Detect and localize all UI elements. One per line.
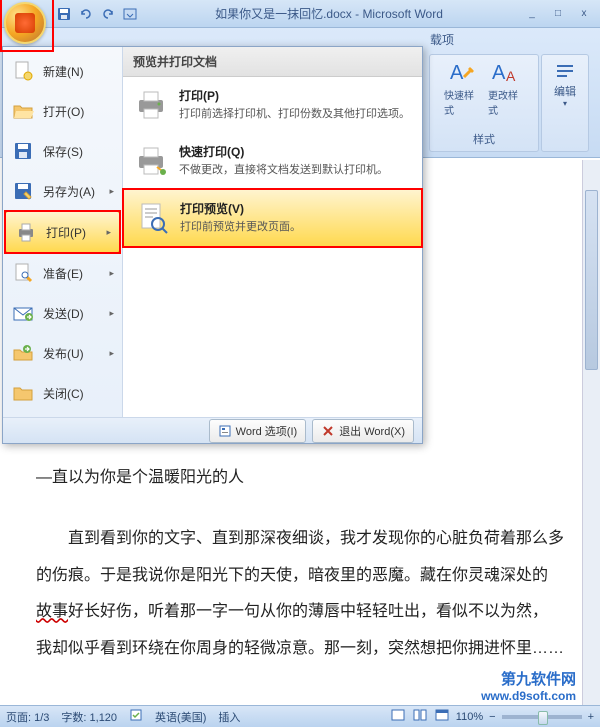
chevron-right-icon: ▸ [109,348,114,359]
proof-icon[interactable] [129,708,143,725]
zoom-slider[interactable] [502,715,582,719]
publish-icon [11,341,35,365]
redo-icon[interactable] [100,6,116,22]
menu-item-open[interactable]: 打开(O) [3,91,122,131]
window-controls: _ □ x [520,6,596,22]
titlebar: 如果你又是一抹回忆.docx - Microsoft Word _ □ x [0,0,600,28]
quickprint-icon [133,143,169,179]
close-folder-icon [11,381,35,405]
send-icon [11,301,35,325]
printer-icon [133,87,169,123]
saveas-icon [11,179,35,203]
view-web-icon[interactable] [434,708,450,725]
menu-item-saveas[interactable]: 另存为(A) ▸ [3,171,122,211]
menu-item-prepare[interactable]: 准备(E) ▸ [3,253,122,293]
new-icon [11,59,35,83]
save-icon[interactable] [56,6,72,22]
chevron-right-icon: ▸ [109,268,114,279]
statusbar: 页面: 1/3 字数: 1,120 英语(美国) 插入 110% − + [0,705,600,727]
doc-paragraph: 直到看到你的文字、直到那深夜细谈，我才发现你的心脏负荷着那么多的伤痕。于是我说你… [36,521,564,668]
zoom-out-button[interactable]: − [489,711,495,723]
status-insert[interactable]: 插入 [218,709,240,725]
office-logo-icon [15,13,35,33]
menu-item-close[interactable]: 关闭(C) [3,373,122,413]
chevron-right-icon: ▸ [109,308,114,319]
maximize-button[interactable]: □ [546,6,570,22]
print-icon [14,220,38,244]
menu-item-save[interactable]: 保存(S) [3,131,122,171]
zoom-controls: 110% − + [390,708,594,725]
prepare-icon [11,261,35,285]
zoom-value[interactable]: 110% [456,711,483,723]
undo-icon[interactable] [78,6,94,22]
minimize-button[interactable]: _ [520,6,544,22]
office-menu-left: 新建(N) 打开(O) 保存(S) 另存为(A) ▸ 打印(P) ▸ [3,47,123,417]
status-language[interactable]: 英语(美国) [155,709,206,725]
menu-item-new[interactable]: 新建(N) [3,51,122,91]
tab-addin[interactable]: 载项 [430,31,454,48]
vertical-scrollbar[interactable] [582,160,600,705]
office-submenu: 预览并打印文档 打印(P) 打印前选择打印机、打印份数及其他打印选项。 快速打印… [123,47,422,417]
svg-text:A: A [506,68,516,84]
quick-style-button[interactable]: A 快速样式 [444,59,480,117]
word-options-button[interactable]: Word 选项(I) [209,419,307,443]
office-menu-footer: Word 选项(I) 退出 Word(X) [3,417,422,443]
qat-more-icon[interactable] [122,6,138,22]
svg-text:A: A [492,62,506,84]
scroll-thumb[interactable] [585,190,598,370]
submenu-item-quickprint[interactable]: 快速打印(Q) 不做更改，直接将文档发送到默认打印机。 [123,133,422,189]
office-menu: 新建(N) 打开(O) 保存(S) 另存为(A) ▸ 打印(P) ▸ [2,46,423,444]
ribbon-group-styles: A 快速样式 AA 更改样式 样式 [429,54,539,152]
submenu-item-preview[interactable]: 打印预览(V) 打印前预览并更改页面。 [123,189,422,247]
close-button[interactable]: x [572,6,596,22]
window-title: 如果你又是一抹回忆.docx - Microsoft Word [215,5,443,22]
doc-heading: —直以为你是个温暖阳光的人 [36,460,564,497]
preview-icon [134,200,170,236]
zoom-in-button[interactable]: + [588,711,594,723]
status-page[interactable]: 页面: 1/3 [6,709,49,725]
submenu-item-print[interactable]: 打印(P) 打印前选择打印机、打印份数及其他打印选项。 [123,77,422,133]
view-print-layout-icon[interactable] [390,708,406,725]
exit-word-button[interactable]: 退出 Word(X) [312,419,414,443]
chevron-right-icon: ▸ [109,186,114,197]
open-icon [11,99,35,123]
view-fullscreen-icon[interactable] [412,708,428,725]
status-words[interactable]: 字数: 1,120 [61,709,117,725]
office-button[interactable] [4,2,46,44]
svg-text:A: A [450,62,464,84]
change-style-button[interactable]: AA 更改样式 [488,59,524,117]
menu-item-print[interactable]: 打印(P) ▸ [5,211,120,253]
menu-item-publish[interactable]: 发布(U) ▸ [3,333,122,373]
save-menu-icon [11,139,35,163]
submenu-header: 预览并打印文档 [123,47,422,77]
menu-item-send[interactable]: 发送(D) ▸ [3,293,122,333]
chevron-right-icon: ▸ [106,227,111,238]
group-label-styles: 样式 [473,131,495,147]
ribbon-group-edit[interactable]: 编辑 ▾ [541,54,589,152]
